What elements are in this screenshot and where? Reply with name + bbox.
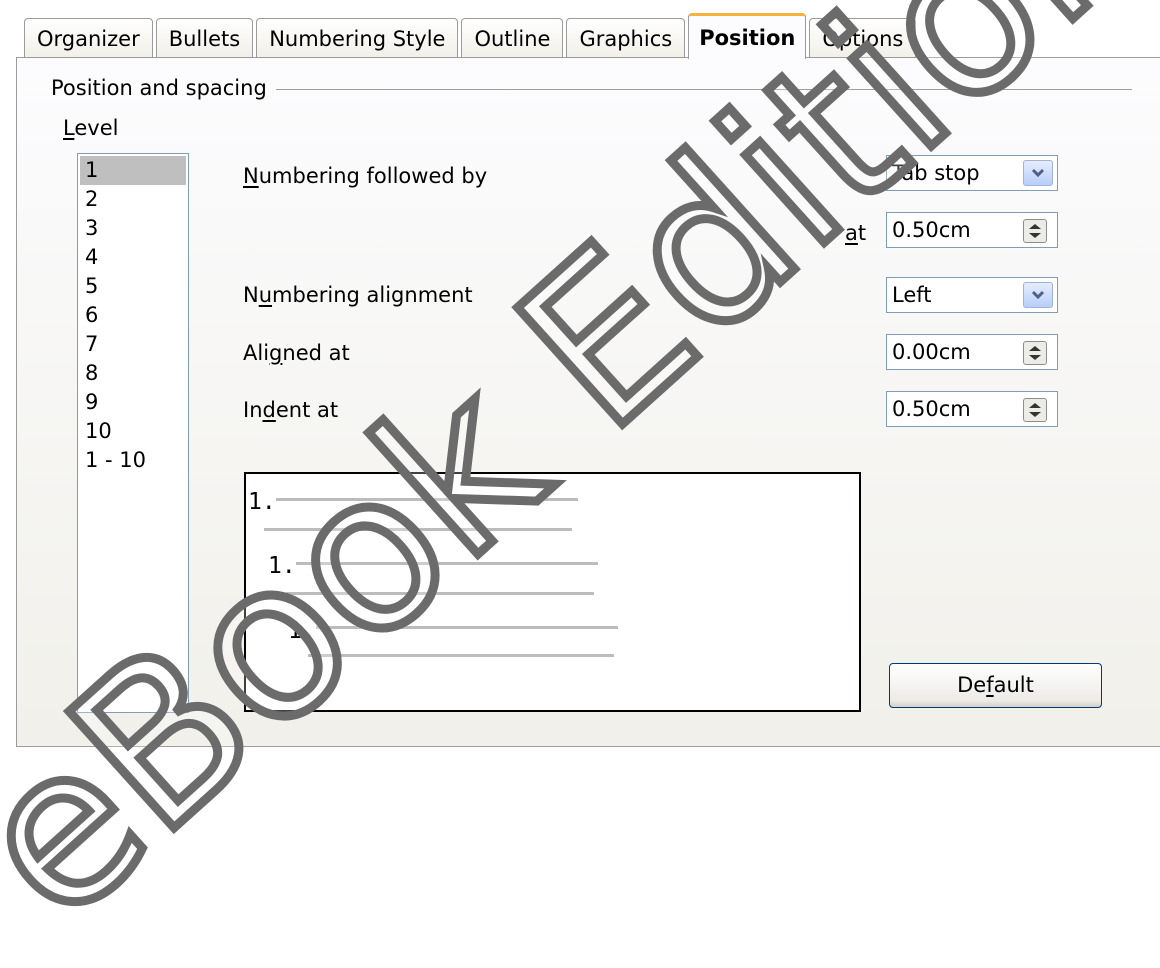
indent-at-spinfield[interactable]: 0.50cm — [886, 391, 1058, 427]
tab-position[interactable]: Position — [688, 13, 807, 59]
default-label-pre: De — [957, 673, 987, 697]
level-label-hotkey: L — [63, 116, 75, 140]
level-item-6[interactable]: 6 — [80, 301, 186, 330]
indent-at-value: 0.50cm — [892, 397, 971, 421]
preview-line — [276, 498, 578, 501]
label-rest: ent at — [275, 398, 339, 422]
preview-line — [286, 592, 594, 595]
spin-updown-icon[interactable] — [1023, 398, 1047, 422]
level-item-1[interactable]: 1 — [80, 156, 186, 185]
hotkey-u: u — [258, 283, 273, 307]
tab-numbering-style[interactable]: Numbering Style — [256, 18, 459, 58]
label-pre: N — [243, 283, 259, 307]
numbering-alignment-dropdown[interactable]: Left — [886, 277, 1058, 313]
default-button[interactable]: Default — [889, 663, 1102, 708]
hotkey-n: N — [243, 164, 259, 188]
level-item-all[interactable]: 1 - 10 — [80, 446, 186, 475]
hotkey-g: g — [269, 341, 283, 365]
group-title-position-spacing: Position and spacing — [51, 76, 267, 100]
level-item-2[interactable]: 2 — [80, 185, 186, 214]
chevron-down-icon[interactable] — [1023, 160, 1053, 186]
tab-strip: Organizer Bullets Numbering Style Outlin… — [24, 12, 919, 59]
numbering-alignment-label: Numbering alignment — [243, 283, 473, 307]
tab-options[interactable]: Options — [809, 18, 917, 58]
level-item-4[interactable]: 4 — [80, 243, 186, 272]
aligned-at-label: Aligned at — [243, 341, 350, 365]
level-item-3[interactable]: 3 — [80, 214, 186, 243]
label-rest: t — [857, 221, 867, 245]
label-pre: In — [243, 398, 263, 422]
preview-number-level-2: 1. — [268, 553, 296, 579]
preview-number-level-1: 1. — [248, 489, 276, 515]
group-divider — [276, 89, 1132, 90]
level-listbox[interactable]: 1 2 3 4 5 6 7 8 9 10 1 - 10 — [77, 153, 189, 713]
hotkey-d: d — [262, 398, 276, 422]
spin-updown-icon[interactable] — [1023, 341, 1047, 365]
preview-line — [264, 528, 572, 531]
label-rest: umbering followed by — [258, 164, 488, 188]
numbering-preview: 1. 1. 1. — [244, 472, 861, 712]
numbering-followed-by-value: Tab stop — [892, 161, 980, 185]
label-rest: ned at — [282, 341, 350, 365]
default-label-hotkey: f — [986, 673, 994, 697]
at-spinfield[interactable]: 0.50cm — [886, 212, 1058, 248]
preview-line — [316, 626, 618, 629]
preview-line — [308, 654, 614, 657]
label-rest: mbering alignment — [272, 283, 473, 307]
tab-graphics[interactable]: Graphics — [566, 18, 686, 58]
aligned-at-spinfield[interactable]: 0.00cm — [886, 334, 1058, 370]
tab-outline[interactable]: Outline — [461, 18, 564, 58]
at-value: 0.50cm — [892, 218, 971, 242]
aligned-at-value: 0.00cm — [892, 340, 971, 364]
indent-at-label: Indent at — [243, 398, 338, 422]
preview-line — [296, 562, 598, 565]
numbering-followed-by-dropdown[interactable]: Tab stop — [886, 155, 1058, 191]
spin-updown-icon[interactable] — [1023, 219, 1047, 243]
chevron-down-icon[interactable] — [1023, 282, 1053, 308]
level-item-5[interactable]: 5 — [80, 272, 186, 301]
tab-organizer[interactable]: Organizer — [24, 18, 153, 58]
level-item-9[interactable]: 9 — [80, 388, 186, 417]
tab-bullets[interactable]: Bullets — [155, 18, 254, 58]
level-label: Level — [63, 116, 118, 140]
level-item-7[interactable]: 7 — [80, 330, 186, 359]
hotkey-a: a — [845, 221, 858, 245]
preview-number-level-3: 1. — [288, 618, 316, 644]
level-label-rest: evel — [74, 116, 119, 140]
numbering-followed-by-label: Numbering followed by — [243, 164, 487, 188]
at-label: at — [845, 221, 866, 245]
default-label-rest: ault — [993, 673, 1034, 697]
level-item-8[interactable]: 8 — [80, 359, 186, 388]
label-pre: Ali — [243, 341, 270, 365]
level-item-10[interactable]: 10 — [80, 417, 186, 446]
numbering-alignment-value: Left — [892, 283, 932, 307]
